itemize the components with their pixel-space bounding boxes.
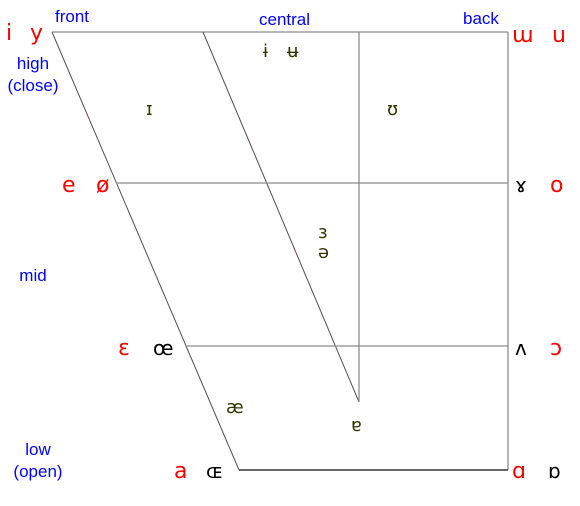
vowel-æ: æ <box>226 397 244 418</box>
vowel-ɑ: ɑ <box>512 459 526 484</box>
vowel-i: i <box>6 21 12 46</box>
close-label: (close) <box>7 76 58 95</box>
vowel-ʌ: ʌ <box>515 336 527 360</box>
vowel-ø: ø <box>96 173 109 198</box>
vowel-ɒ: ɒ <box>548 459 561 483</box>
mid-label: mid <box>19 266 46 285</box>
vowel-ɔ: ɔ <box>550 336 562 361</box>
vowel-y: y <box>30 21 43 46</box>
vowel-ʉ: ʉ <box>287 41 299 62</box>
vowel-ɤ: ɤ <box>515 173 527 197</box>
front-label: front <box>55 7 89 26</box>
low-label: low <box>25 440 51 459</box>
vowel-ʊ: ʊ <box>387 99 398 120</box>
vowel-a: a <box>174 459 187 484</box>
vowel-ɛ: ɛ <box>118 336 130 361</box>
vowel-ɶ: ɶ <box>206 459 223 483</box>
vowel-ɪ: ɪ <box>146 99 153 120</box>
back-label: back <box>463 9 499 28</box>
high-label: high <box>17 54 49 73</box>
vowel-u: u <box>552 23 566 48</box>
vowel-ɨ: ɨ <box>263 41 268 62</box>
vowel-o: o <box>550 173 563 198</box>
front-line <box>51 31 240 471</box>
central-label: central <box>259 10 310 29</box>
vowel-ə: ə <box>318 242 329 263</box>
vowel-ɯ: ɯ <box>512 23 533 48</box>
chart-lines <box>51 31 509 471</box>
vowel-ɐ: ɐ <box>351 415 362 436</box>
vowel-e: e <box>62 173 76 198</box>
vowel-chart: front central back high (close) mid low … <box>6 7 566 484</box>
open-label: (open) <box>13 462 62 481</box>
vowel-ɜ: ɜ <box>318 222 328 243</box>
vowel-œ: œ <box>153 336 173 360</box>
